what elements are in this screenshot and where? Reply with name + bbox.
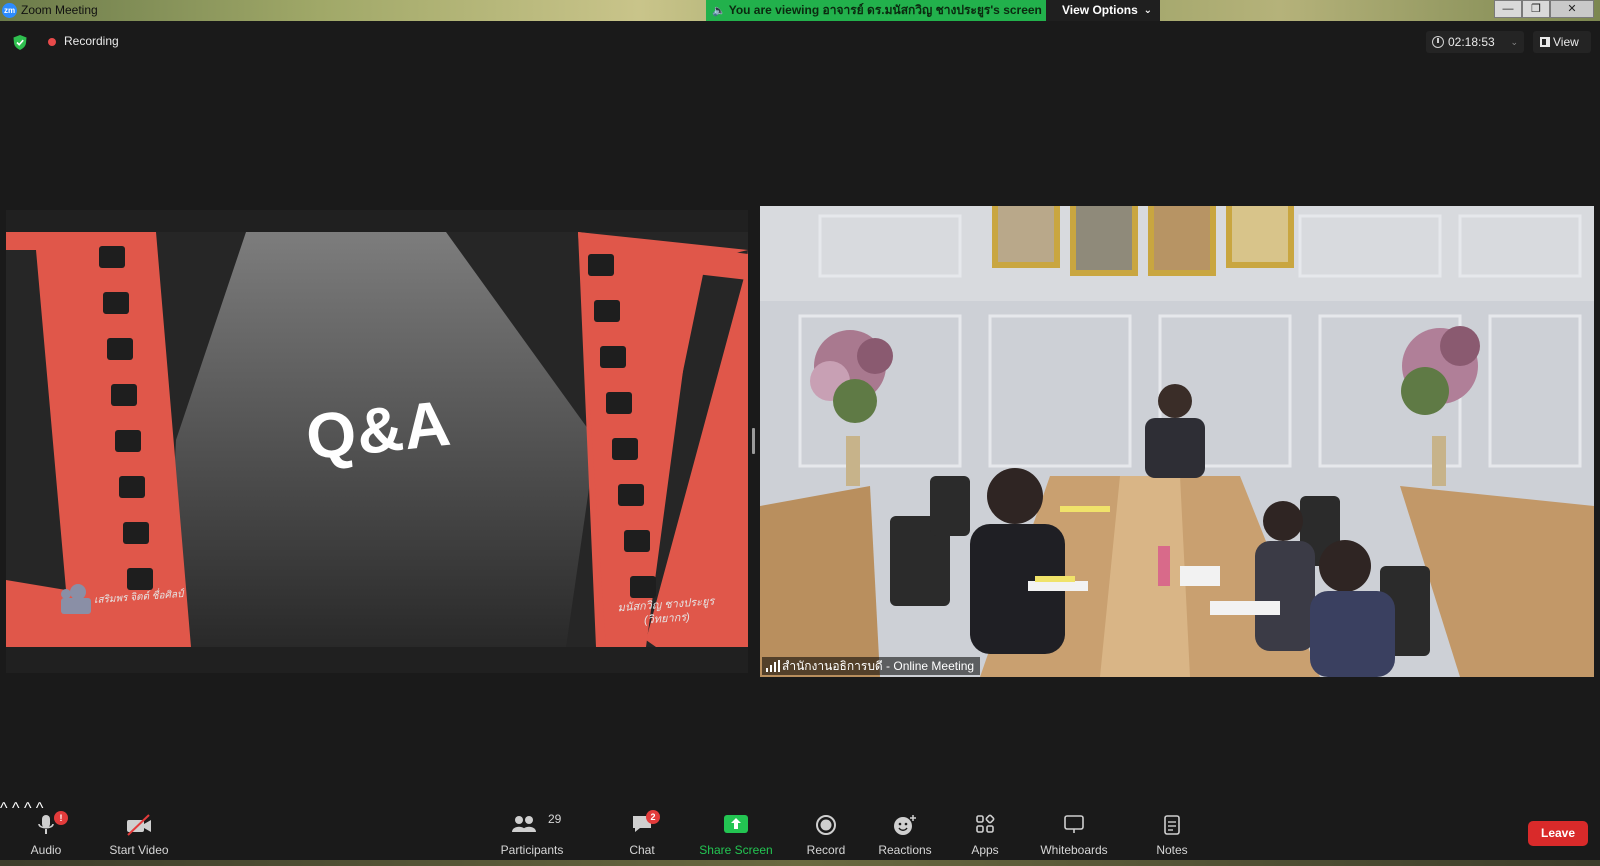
split-view-divider-handle[interactable] bbox=[752, 428, 755, 454]
viewing-banner-text: You are viewing อาจารย์ ดร.มนัสกวิญ ชางป… bbox=[728, 3, 1042, 17]
zoom-logo-icon: zm bbox=[2, 3, 17, 18]
notes-icon bbox=[1164, 815, 1180, 835]
apps-label: Apps bbox=[971, 843, 999, 857]
maximize-button[interactable]: ❐ bbox=[1522, 0, 1550, 18]
close-window-button[interactable]: ✕ bbox=[1550, 0, 1594, 18]
participant-video[interactable]: สำนักงานอธิการบดี - Online Meeting bbox=[760, 206, 1594, 677]
chat-button[interactable]: 2 Chat bbox=[618, 800, 666, 860]
viewing-screen-banner: 🔈 You are viewing อาจารย์ ดร.มนัสกวิญ ชาง… bbox=[706, 0, 1046, 21]
whiteboards-button[interactable]: Whiteboards bbox=[1032, 800, 1116, 860]
participant-name: สำนักงานอธิการบดี - Online Meeting bbox=[782, 659, 975, 673]
reactions-button[interactable]: Reactions bbox=[872, 800, 938, 860]
timer-value: 02:18:53 bbox=[1448, 35, 1495, 49]
participants-button[interactable]: 29 Participants bbox=[495, 800, 569, 860]
chat-unread-badge: 2 bbox=[646, 810, 660, 824]
meeting-timer[interactable]: 02:18:53 ⌄ bbox=[1426, 31, 1524, 53]
notes-label: Notes bbox=[1156, 843, 1188, 857]
participants-icon bbox=[512, 816, 536, 832]
start-video-label: Start Video bbox=[109, 843, 169, 857]
apps-button[interactable]: Apps bbox=[962, 800, 1008, 860]
audio-options-caret[interactable]: ^ bbox=[0, 800, 8, 817]
start-video-button[interactable]: Start Video bbox=[100, 800, 178, 860]
chevron-down-icon: ⌄ bbox=[1143, 5, 1152, 16]
slide-title: Q&A bbox=[302, 386, 455, 474]
meeting-toolbar: ! Audio ^ Start Video 29 Participants ^ … bbox=[0, 800, 1600, 860]
os-taskbar-strip bbox=[0, 860, 1600, 866]
view-button[interactable]: View bbox=[1533, 31, 1591, 53]
share-screen-icon bbox=[724, 815, 748, 833]
record-button[interactable]: Record bbox=[798, 800, 854, 860]
chevron-down-icon: ⌄ bbox=[1510, 37, 1518, 47]
chat-label: Chat bbox=[629, 843, 655, 857]
whiteboards-label: Whiteboards bbox=[1040, 843, 1108, 857]
record-icon bbox=[816, 815, 836, 835]
participants-label: Participants bbox=[500, 843, 564, 857]
notes-button[interactable]: Notes bbox=[1146, 800, 1198, 860]
audio-warning-badge: ! bbox=[54, 811, 68, 825]
audio-label: Audio bbox=[30, 843, 62, 857]
share-screen-button[interactable]: Share Screen bbox=[694, 800, 778, 860]
shared-screen-slide: Q&A เสริมพร จิตต์ ชื่อศิลป์ มนัสกวิญ ชาง… bbox=[6, 210, 748, 673]
share-screen-label: Share Screen bbox=[699, 843, 773, 857]
encryption-shield-icon[interactable] bbox=[13, 35, 27, 50]
whiteboard-icon bbox=[1064, 815, 1084, 833]
view-options-button[interactable]: View Options ⌄ bbox=[1046, 0, 1160, 21]
window-title: Zoom Meeting bbox=[21, 3, 98, 17]
view-label: View bbox=[1553, 35, 1579, 49]
video-off-icon bbox=[127, 814, 151, 836]
view-options-label: View Options bbox=[1062, 3, 1138, 17]
leave-meeting-button[interactable]: Leave bbox=[1528, 821, 1588, 846]
clock-icon bbox=[1432, 36, 1444, 48]
reactions-label: Reactions bbox=[878, 843, 932, 857]
minimize-button[interactable]: — bbox=[1494, 0, 1522, 18]
apps-grid-icon bbox=[976, 814, 995, 833]
participant-name-tag: สำนักงานอธิการบดี - Online Meeting bbox=[762, 657, 981, 675]
record-label: Record bbox=[806, 843, 846, 857]
microphone-icon bbox=[38, 815, 54, 834]
speaker-icon: 🔈 bbox=[712, 5, 726, 17]
view-layout-icon bbox=[1540, 37, 1550, 47]
conference-room-video-frame bbox=[760, 206, 1594, 677]
reactions-smiley-icon bbox=[894, 815, 916, 835]
recording-dot-icon bbox=[48, 38, 56, 46]
audio-button[interactable]: ! Audio bbox=[14, 800, 78, 860]
participants-count: 29 bbox=[548, 812, 562, 826]
connection-signal-icon bbox=[766, 660, 780, 672]
recording-status[interactable]: Recording bbox=[64, 34, 119, 48]
